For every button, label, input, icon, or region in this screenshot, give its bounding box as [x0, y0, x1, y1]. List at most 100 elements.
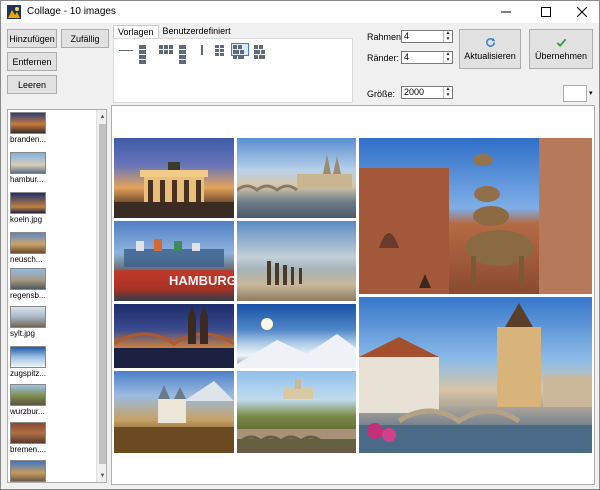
frame-value: 4 [404, 31, 410, 41]
checkmark-icon [556, 38, 566, 48]
apply-label: Übernehmen [534, 51, 588, 61]
image-list: branden... hambur... koeln.jpg neusch...… [7, 109, 107, 483]
template-option[interactable] [117, 43, 135, 56]
margin-stepper[interactable]: 4 ▲ ▼ [401, 51, 453, 64]
image-thumbnail [10, 346, 46, 368]
add-button[interactable]: Hinzufügen [7, 29, 57, 48]
collage-image-neuschwanstein [114, 371, 234, 453]
frame-label: Rahmen: [367, 32, 404, 42]
frame-stepper[interactable]: 4 ▲ ▼ [401, 30, 453, 43]
close-icon [577, 7, 587, 17]
collage-image-regensburg [237, 138, 356, 218]
image-thumbnail [10, 152, 46, 174]
list-item[interactable]: koeln.jpg [10, 192, 46, 224]
update-button[interactable]: Aktualisieren [459, 29, 521, 69]
template-gallery [113, 38, 353, 103]
maximize-button[interactable] [527, 1, 565, 23]
image-thumbnail [10, 192, 46, 214]
bamberg-town-hall-image [359, 303, 592, 453]
list-item[interactable]: branden... [10, 112, 46, 144]
collage-image-bamberg [359, 297, 592, 453]
frame-stepper-arrows[interactable]: ▲ ▼ [443, 31, 452, 42]
list-item[interactable] [10, 460, 46, 482]
collage-image-brandenburg [114, 138, 234, 218]
size-value: 2000 [404, 87, 425, 97]
svg-text:HAMBURG: HAMBURG [169, 273, 234, 288]
image-filename: neusch... [10, 255, 43, 264]
list-item[interactable]: wurzbur... [10, 384, 46, 416]
margin-value: 4 [404, 52, 410, 62]
minimize-button[interactable] [487, 1, 525, 23]
update-label: Aktualisieren [464, 51, 516, 61]
collage-window: Collage - 10 images Hinzufügen Zufällig … [0, 0, 600, 490]
zugspitze-mountain-image [237, 318, 356, 368]
image-list-scrollbar[interactable]: ▲ ▼ [96, 110, 106, 482]
template-option[interactable] [157, 43, 175, 56]
clear-button[interactable]: Leeren [7, 75, 57, 94]
collage-image-koeln [114, 304, 234, 368]
template-option[interactable] [252, 43, 270, 59]
apply-button[interactable]: Übernehmen [529, 29, 593, 69]
window-title: Collage - 10 images [27, 6, 116, 17]
down-arrow-icon[interactable]: ▼ [444, 92, 452, 99]
remove-button[interactable]: Entfernen [7, 52, 57, 71]
template-option[interactable] [177, 43, 195, 64]
image-thumbnail [10, 306, 46, 328]
regensburg-bridge-image [237, 154, 352, 192]
random-button[interactable]: Zufällig [61, 29, 109, 48]
sylt-beach-image [267, 261, 302, 285]
image-thumbnail [10, 422, 46, 444]
list-item[interactable]: bremen.... [10, 422, 46, 454]
list-item[interactable]: sylt.jpg [10, 306, 46, 338]
margin-label: Ränder: [367, 53, 400, 63]
background-color-picker[interactable] [563, 85, 587, 102]
image-filename: branden... [10, 135, 47, 144]
down-arrow-icon[interactable]: ▼ [444, 36, 452, 43]
down-arrow-icon[interactable]: ▼ [444, 57, 452, 64]
image-filename: bremen.... [10, 445, 47, 454]
image-filename: zugspitz... [10, 369, 47, 378]
list-item[interactable]: regensb... [10, 268, 46, 300]
scroll-up-icon[interactable]: ▲ [97, 111, 106, 122]
brandenburg-gate-image [114, 162, 234, 218]
template-option[interactable] [199, 43, 207, 56]
list-item[interactable]: hambur... [10, 152, 46, 184]
neuschwanstein-castle-image [114, 381, 234, 453]
collage-app-icon [7, 5, 21, 19]
refresh-icon [485, 37, 495, 47]
list-item[interactable]: zugspitz... [10, 346, 46, 378]
template-tabs: Vorlagen Benutzerdefiniert [113, 25, 235, 38]
size-stepper[interactable]: 2000 ▲ ▼ [401, 86, 453, 99]
scrollbar-thumb[interactable] [99, 124, 106, 464]
margin-stepper-arrows[interactable]: ▲ ▼ [443, 52, 452, 63]
template-option[interactable] [213, 43, 227, 56]
wuerzburg-fortress-image [237, 379, 356, 443]
image-thumbnail [10, 460, 46, 482]
hamburg-ship-image: HAMBURG [124, 239, 234, 288]
image-thumbnail [10, 232, 46, 254]
template-option[interactable] [137, 43, 155, 64]
collage-image-zugspitze [237, 304, 356, 368]
cologne-cathedral-image [114, 306, 234, 368]
size-label: Größe: [367, 89, 396, 99]
image-filename: hambur... [10, 175, 44, 184]
image-thumbnail [10, 112, 46, 134]
bremen-musicians-image [359, 138, 592, 294]
maximize-icon [541, 7, 551, 17]
collage-image-bremen [359, 138, 592, 294]
collage-image-sylt [237, 221, 356, 301]
size-stepper-arrows[interactable]: ▲ ▼ [443, 87, 452, 98]
color-dropdown-icon[interactable]: ▾ [589, 89, 593, 97]
image-filename: wurzbur... [10, 407, 45, 416]
image-thumbnail [10, 268, 46, 290]
tab-custom[interactable]: Benutzerdefiniert [159, 25, 235, 38]
list-item[interactable]: neusch... [10, 232, 46, 264]
scroll-down-icon[interactable]: ▼ [97, 470, 106, 481]
template-option-selected[interactable] [231, 43, 249, 59]
collage-image-wuerzburg [237, 371, 356, 453]
close-button[interactable] [563, 1, 600, 23]
image-filename: regensb... [10, 291, 46, 300]
image-filename: sylt.jpg [10, 329, 35, 338]
collage-preview: HAMBURG [111, 105, 595, 485]
tab-templates[interactable]: Vorlagen [113, 25, 159, 38]
